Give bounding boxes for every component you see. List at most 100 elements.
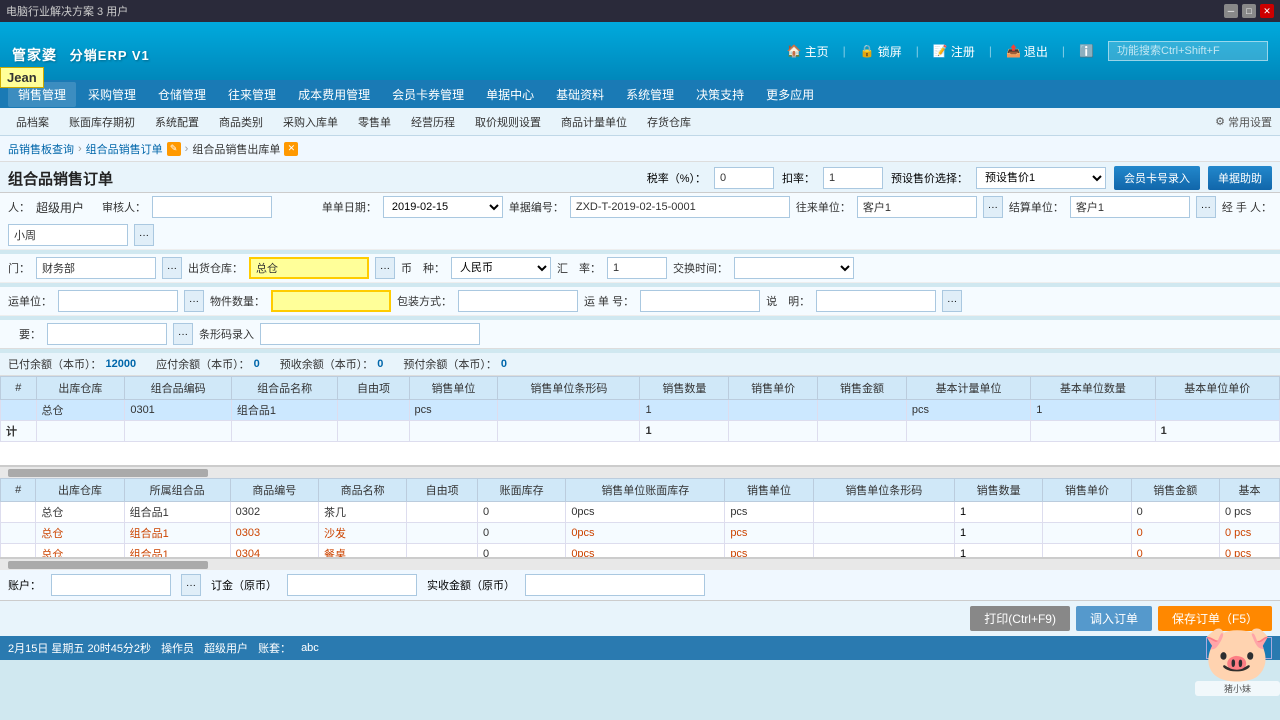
import-button[interactable]: 调入订单 <box>1076 606 1152 631</box>
req-input[interactable] <box>47 323 167 345</box>
to-unit-input[interactable] <box>857 196 977 218</box>
member-card-button[interactable]: 会员卡号录入 <box>1114 166 1200 190</box>
print-button[interactable]: 打印(Ctrl+F9) <box>970 606 1070 631</box>
auditor-label: 审核人： <box>102 199 146 215</box>
lower-scrollbar-thumb[interactable] <box>8 561 208 569</box>
toolbar-item-4[interactable]: 采购入库单 <box>275 111 346 133</box>
to-unit-btn[interactable]: ··· <box>983 196 1003 218</box>
handler-label: 经 手 人： <box>1222 199 1272 215</box>
exchange-rate-input[interactable] <box>607 257 667 279</box>
discount-input[interactable] <box>823 167 883 189</box>
req-btn[interactable]: ··· <box>173 323 193 345</box>
order-no-input[interactable] <box>570 196 790 218</box>
toolbar-item-1[interactable]: 账面库存期初 <box>61 111 143 133</box>
th-base-price: 基本单位单价 <box>1155 377 1279 400</box>
order-deposit-input[interactable] <box>287 574 417 596</box>
auditor-input[interactable] <box>152 196 272 218</box>
exchange-time-select[interactable] <box>734 257 854 279</box>
currency-select[interactable]: 人民币 <box>451 257 551 279</box>
toolbar-item-6[interactable]: 经营历程 <box>403 111 463 133</box>
actual-amount-input[interactable] <box>525 574 705 596</box>
exchange-time-label: 交换时间： <box>673 260 728 276</box>
note-input[interactable] <box>816 290 936 312</box>
home-link[interactable]: 🏠 主页 <box>787 43 829 60</box>
lower-table-container[interactable]: # 出库仓库 所属组合品 商品编号 商品名称 自由项 账面库存 销售单位账面库存… <box>0 478 1280 558</box>
table-row[interactable]: 总仓 0301 组合品1 pcs 1 pcs 1 <box>1 400 1280 421</box>
upper-table-container[interactable]: # 出库仓库 组合品编码 组合品名称 自由项 销售单位 销售单位条形码 销售数量… <box>0 376 1280 466</box>
lower-scrollbar[interactable] <box>0 558 1280 570</box>
settlement-btn[interactable]: ··· <box>1196 196 1216 218</box>
breadcrumb-0[interactable]: 品销售板查询 <box>8 141 74 157</box>
dept-input[interactable] <box>36 257 156 279</box>
toolbar-item-3[interactable]: 商品类别 <box>211 111 271 133</box>
packing-input[interactable] <box>458 290 578 312</box>
maximize-button[interactable]: □ <box>1242 4 1256 18</box>
account-input[interactable] <box>51 574 171 596</box>
note-btn[interactable]: ··· <box>942 290 962 312</box>
header-search-input[interactable] <box>1108 41 1268 61</box>
bottom-form: 账户： ··· 订金（原币） 实收金额（原币） <box>0 570 1280 601</box>
nav-warehouse[interactable]: 仓储管理 <box>148 82 216 107</box>
currency-label: 币 种： <box>401 260 445 276</box>
shipping-unit-input[interactable] <box>58 290 178 312</box>
lth-qty: 销售数量 <box>954 479 1042 502</box>
app-header: 管家婆 分销ERP V1 🏠 主页 | 🔒 锁屏 | 📝 注册 | 📤 退出 |… <box>0 22 1280 80</box>
cell-qty: 1 <box>640 400 729 421</box>
nav-purchase[interactable]: 采购管理 <box>78 82 146 107</box>
toolbar-item-9[interactable]: 存货仓库 <box>639 111 699 133</box>
date-select[interactable]: 2019-02-15 <box>383 196 503 218</box>
settlement-input[interactable] <box>1070 196 1190 218</box>
dept-btn[interactable]: ··· <box>162 257 182 279</box>
order-deposit-label: 订金（原币） <box>211 577 277 593</box>
toolbar-item-2[interactable]: 系统配置 <box>147 111 207 133</box>
barcode-input[interactable] <box>260 323 480 345</box>
minimize-button[interactable]: ─ <box>1224 4 1238 18</box>
toolbar-item-0[interactable]: 品档案 <box>8 111 57 133</box>
handler-btn[interactable]: ··· <box>134 224 154 246</box>
req-label: 要： <box>8 326 41 342</box>
toolbar-item-7[interactable]: 取价规则设置 <box>467 111 549 133</box>
lower-table-row[interactable]: 总仓 组合品1 0302 茶几 0 0pcs pcs 1 0 0 pcs <box>1 502 1280 523</box>
info-link[interactable]: ℹ️ <box>1079 44 1094 58</box>
total-qty: 1 <box>640 421 729 442</box>
breadcrumb-current: 组合品销售出库单 <box>192 141 280 157</box>
home-icon: 🏠 <box>787 44 802 58</box>
upper-scrollbar[interactable] <box>0 466 1280 478</box>
nav-member[interactable]: 会员卡券管理 <box>382 82 474 107</box>
breadcrumb-1[interactable]: 组合品销售订单 <box>86 141 163 157</box>
lock-link[interactable]: 🔒 锁屏 <box>860 43 902 60</box>
price-select[interactable]: 预设售价1 <box>976 167 1106 189</box>
nav-resources[interactable]: 基础资料 <box>546 82 614 107</box>
tax-rate-input[interactable] <box>714 167 774 189</box>
exit-link[interactable]: 📤 退出 <box>1006 43 1048 60</box>
nav-more[interactable]: 更多应用 <box>756 82 824 107</box>
cell-free <box>338 400 409 421</box>
order-no-label: 单据编号： <box>509 199 564 215</box>
settings-button[interactable]: ⚙ 常用设置 <box>1215 114 1272 130</box>
nav-cost[interactable]: 成本费用管理 <box>288 82 380 107</box>
close-button[interactable]: ✕ <box>1260 4 1274 18</box>
warehouse-input[interactable] <box>249 257 369 279</box>
lower-table-row[interactable]: 总仓 组合品1 0303 沙发 0 0pcs pcs 1 0 0 pcs <box>1 523 1280 544</box>
breadcrumb-icon-1[interactable]: ✎ <box>167 142 181 156</box>
breadcrumb-icon-2[interactable]: ✕ <box>284 142 298 156</box>
help-button[interactable]: 单据助助 <box>1208 166 1272 190</box>
item-count-input[interactable] <box>271 290 391 312</box>
delivery-no-input[interactable] <box>640 290 760 312</box>
nav-docs[interactable]: 单据中心 <box>476 82 544 107</box>
nav-system[interactable]: 系统管理 <box>616 82 684 107</box>
th-free: 自由项 <box>338 377 409 400</box>
scrollbar-thumb[interactable] <box>8 469 208 477</box>
nav-decision[interactable]: 决策支持 <box>686 82 754 107</box>
nav-dealings[interactable]: 往来管理 <box>218 82 286 107</box>
handler-input[interactable] <box>8 224 128 246</box>
account-btn[interactable]: ··· <box>181 574 201 596</box>
th-barcode: 销售单位条形码 <box>498 377 640 400</box>
toolbar-item-8[interactable]: 商品计量单位 <box>553 111 635 133</box>
shipping-btn[interactable]: ··· <box>184 290 204 312</box>
toolbar-item-5[interactable]: 零售单 <box>350 111 399 133</box>
warehouse-btn[interactable]: ··· <box>375 257 395 279</box>
action-buttons: 打印(Ctrl+F9) 调入订单 保存订单（F5） <box>0 601 1280 636</box>
register-link[interactable]: 📝 注册 <box>933 43 975 60</box>
lower-table-row[interactable]: 总仓 组合品1 0304 餐桌 0 0pcs pcs 1 0 0 pcs <box>1 544 1280 559</box>
